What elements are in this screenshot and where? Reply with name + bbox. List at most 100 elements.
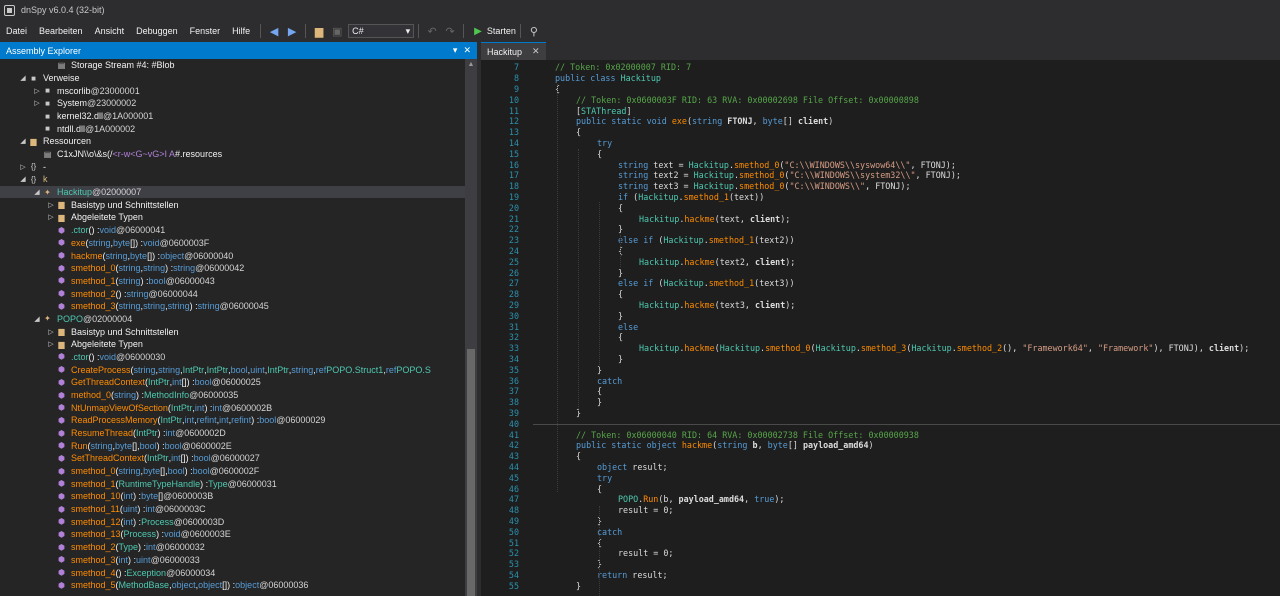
tree-node[interactable]: ⬢ SetThreadContext(IntPtr, int[]) : bool … [0,452,465,465]
tree-node-text: string [88,237,111,248]
tree-node[interactable]: ⬢ smethod_1(RuntimeTypeHandle) : Type @06… [0,477,465,490]
tree-node[interactable]: ⬢ CreateProcess(string, string, IntPtr, I… [0,363,465,376]
menu-hilfe[interactable]: Hilfe [226,20,256,42]
tree-node[interactable]: ⬢ smethod_3(string, string, string) : str… [0,300,465,313]
save-icon[interactable]: ▣ [328,22,346,40]
indent-guide [599,506,600,596]
line-number: 55 [508,580,519,591]
close-icon[interactable]: ✕ [532,46,540,57]
forward-arrow-icon[interactable]: ▶ [283,22,301,40]
menu-debuggen[interactable]: Debuggen [130,20,184,42]
code-token: Hackitup [639,213,680,224]
expand-arrow-icon[interactable]: ▷ [46,213,56,221]
tree-node[interactable]: ⬢ smethod_1(string) : bool @06000043 [0,275,465,288]
tree-node[interactable]: ▷ ▆ Basistyp und Schnittstellen [0,198,465,211]
collapse-arrow-icon[interactable]: ◢ [32,188,42,196]
code-token: string [618,170,654,181]
tree-node[interactable]: ◢{} k [0,173,465,186]
code-text: object result; [597,462,668,472]
scroll-up-icon[interactable]: ▲ [465,61,477,68]
code-token: smethod_2 [956,343,1003,354]
undo-icon[interactable]: ↶ [423,22,441,40]
collapse-arrow-icon[interactable]: ◢ [18,175,28,183]
menu-bearbeiten[interactable]: Bearbeiten [33,20,89,42]
tree-node[interactable]: ⬢ NtUnmapViewOfSection(IntPtr, int) : int… [0,401,465,414]
open-folder-icon[interactable]: ▆ [310,22,328,40]
tree-node[interactable]: ▤ Storage Stream #4: #Blob [0,59,465,72]
expand-arrow-icon[interactable]: ▷ [32,87,42,95]
menu-datei[interactable]: Datei [0,20,33,42]
tree-node[interactable]: ⬢ Run(string, byte [], bool) : bool @06000… [0,439,465,452]
tree-node-text: void [99,225,117,236]
tree-node[interactable]: ⬢ smethod_10(int) : byte[] @0600003B [0,490,465,503]
tree-node[interactable]: ⬢ smethod_2(Type) : int @06000032 [0,541,465,554]
menu-ansicht[interactable]: Ansicht [89,20,131,42]
tree-node[interactable]: ▷ ▆ Abgeleitete Typen [0,211,465,224]
tree-node[interactable]: ⬢ smethod_3(int) : uint @06000033 [0,554,465,567]
tree-node[interactable]: ⬢ smethod_13(Process) : void @0600003E [0,528,465,541]
scrollbar-thumb[interactable] [467,349,475,596]
back-arrow-icon[interactable]: ◀ [265,22,283,40]
expand-arrow-icon[interactable]: ▷ [32,99,42,107]
code-line: 31 else [481,321,1280,332]
tree-node-text: smethod_3 [71,301,116,312]
start-button[interactable]: ▶ Starten [474,26,516,37]
tree-node[interactable]: ⬢ ResumeThread(IntPtr) : int @0600002D [0,427,465,440]
tree-node[interactable]: ⬢ .ctor() : void @06000030 [0,351,465,364]
tree-node[interactable]: ⬢ smethod_0(string, string) : string @060… [0,262,465,275]
tree-node[interactable]: ◢ ✦ POPO @02000004 [0,313,465,326]
tree-node[interactable]: ⬢ GetThreadContext(IntPtr, int[]) : bool … [0,376,465,389]
dropdown-icon[interactable]: ▾ [453,45,458,56]
expand-arrow-icon[interactable]: ▷ [46,201,56,209]
expand-arrow-icon[interactable]: ▷ [46,328,56,336]
tree-node-text: kernel32.dll [57,111,104,122]
tree-node[interactable]: ◢ ▆ Ressourcen [0,135,465,148]
tree-node[interactable]: ⬢ smethod_5(MethodBase, object, object[])… [0,579,465,592]
tree-node[interactable]: ▷ ■ mscorlib @23000001 [0,84,465,97]
tree-node[interactable]: ■ ntdll.dll @1A000002 [0,122,465,135]
menu-fenster[interactable]: Fenster [184,20,227,42]
tree-node[interactable]: ▷ ■ System @23000002 [0,97,465,110]
tree-node[interactable]: ⬢ exe(string, byte[]) : void @0600003F [0,237,465,250]
tree-node[interactable]: ⬢ smethod_12(int) : Process @0600003D [0,515,465,528]
tree-node-text: int [184,415,195,426]
code-text: { [576,127,581,137]
collapse-arrow-icon[interactable]: ◢ [32,315,42,323]
tree-node-text: smethod_0 [71,466,116,477]
tree-node[interactable]: ⬢ smethod_11(uint) : int @0600003C [0,503,465,516]
code-text: } [618,224,623,234]
tree-node[interactable]: ◢ ■ Verweise [0,72,465,85]
tree-node[interactable]: ⬢ smethod_0(string, byte [], bool) : bool … [0,465,465,478]
tree-node[interactable]: ⬢ .ctor() : void @06000041 [0,224,465,237]
tree-node-text: IntPtr [136,428,158,439]
code-view[interactable]: 7 // Token: 0x02000007 RID: 7 8 public clas… [481,60,1280,596]
tree-node[interactable]: ▷ ▆ Basistyp und Schnittstellen [0,325,465,338]
tree-node[interactable]: ▷{} - [0,160,465,173]
line-number: 8 [513,73,519,84]
redo-icon[interactable]: ↷ [441,22,459,40]
code-token: public class [555,73,621,84]
tree-node[interactable]: ▷ ▆ Abgeleitete Typen [0,338,465,351]
expand-arrow-icon[interactable]: ▷ [46,340,56,348]
tree-node-text: @23000002 [87,98,137,109]
search-icon[interactable]: ⚲ [525,22,543,40]
tree-node[interactable]: ■ kernel32.dll @1A000001 [0,110,465,123]
language-select[interactable]: C# ▾ [348,24,415,38]
tree-node[interactable]: ◢ ✦ Hackitup @02000007 [0,185,465,199]
expand-arrow-icon[interactable]: ▷ [18,163,28,171]
collapse-arrow-icon[interactable]: ◢ [18,137,28,145]
tree-node[interactable]: ⬢ smethod_2() : string @06000044 [0,287,465,300]
explorer-scrollbar[interactable]: ▲ [465,59,477,596]
tree-node-text: @0600002E [181,440,232,451]
tree-node-text: @06000033 [150,554,200,565]
tree-node-text: string [143,263,166,274]
tab-hackitup[interactable]: Hackitup ✕ [481,42,546,60]
collapse-arrow-icon[interactable]: ◢ [18,74,28,82]
tree-node[interactable]: ▤ C1xJN\\o\&s(/<r-w<G~vG>I A #.resources [0,148,465,161]
close-icon[interactable]: ✕ [463,45,471,56]
tree-node[interactable]: ⬢ hackme(string, byte[]) : object @060000… [0,249,465,262]
tree-node[interactable]: ⬢ smethod_4() : Exception @06000034 [0,566,465,579]
tree-node[interactable]: ⬢ method_0(string) : MethodInfo @06000035 [0,389,465,402]
tree-node[interactable]: ⬢ ReadProcessMemory(IntPtr, int, ref int,… [0,414,465,427]
line-number: 46 [508,483,519,494]
